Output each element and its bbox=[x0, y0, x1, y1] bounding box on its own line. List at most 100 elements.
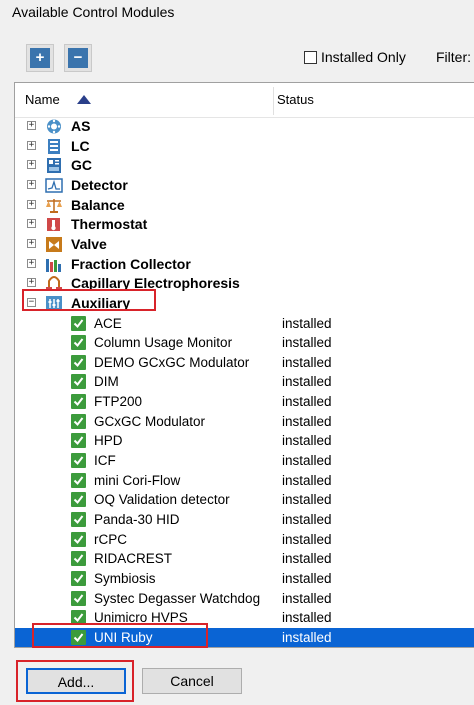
column-header-status[interactable]: Status bbox=[277, 92, 314, 107]
installed-check-icon bbox=[71, 590, 86, 606]
module-row[interactable]: DEMO GCxGC Modulator installed bbox=[15, 353, 474, 372]
cancel-button[interactable]: Cancel bbox=[142, 668, 242, 694]
installed-only-label: Installed Only bbox=[321, 49, 406, 65]
module-status: installed bbox=[282, 590, 332, 606]
module-row[interactable]: OQ Validation detector installed bbox=[15, 490, 474, 509]
expand-icon[interactable]: + bbox=[27, 278, 36, 288]
expand-icon[interactable]: + bbox=[27, 258, 36, 268]
category-label: Detector bbox=[71, 176, 128, 193]
module-name: ACE bbox=[94, 315, 122, 331]
category-label: LC bbox=[71, 137, 90, 154]
tree-category-gc[interactable]: + GC bbox=[15, 156, 474, 175]
category-label: Thermostat bbox=[71, 216, 148, 233]
installed-check-icon bbox=[71, 394, 86, 410]
module-status: installed bbox=[282, 354, 332, 370]
module-status: installed bbox=[282, 629, 332, 645]
expand-icon[interactable]: + bbox=[27, 179, 36, 189]
module-status: installed bbox=[282, 374, 332, 390]
installed-check-icon bbox=[71, 570, 86, 586]
module-row[interactable]: Systec Degasser Watchdog installed bbox=[15, 589, 474, 608]
tree-category-as[interactable]: + AS bbox=[15, 117, 474, 136]
tree-category-fraction-collector[interactable]: + Fraction Collector bbox=[15, 255, 474, 274]
installed-only-toggle[interactable]: Installed Only bbox=[304, 49, 406, 65]
installed-check-icon bbox=[71, 433, 86, 449]
module-name: Systec Degasser Watchdog bbox=[94, 590, 261, 606]
module-row[interactable]: rCPC installed bbox=[15, 530, 474, 549]
module-status: installed bbox=[282, 315, 332, 331]
tree-category-valve[interactable]: + Valve bbox=[15, 235, 474, 254]
expand-icon[interactable]: + bbox=[27, 238, 36, 248]
module-name: HPD bbox=[94, 433, 123, 449]
module-name: mini Cori-Flow bbox=[94, 472, 181, 488]
category-label: AS bbox=[71, 118, 91, 134]
installed-check-icon bbox=[71, 315, 86, 331]
installed-check-icon bbox=[71, 453, 86, 469]
module-row[interactable]: Panda-30 HID installed bbox=[15, 510, 474, 529]
installed-check-icon bbox=[71, 374, 86, 390]
expand-icon[interactable]: + bbox=[27, 121, 36, 130]
module-name: rCPC bbox=[94, 531, 127, 547]
expand-icon[interactable]: + bbox=[27, 140, 36, 150]
module-status: installed bbox=[282, 335, 332, 351]
tree-category-balance[interactable]: + Balance bbox=[15, 196, 474, 215]
module-row[interactable]: ACE installed bbox=[15, 314, 474, 333]
lc-icon bbox=[45, 138, 63, 155]
installed-check-icon bbox=[71, 531, 86, 547]
module-status: installed bbox=[282, 551, 332, 567]
gc-icon bbox=[45, 157, 63, 174]
sort-ascending-icon bbox=[77, 95, 91, 104]
uni-ruby-highlight bbox=[32, 623, 208, 648]
tree-header: Name Status bbox=[15, 83, 474, 118]
installed-check-icon bbox=[71, 551, 86, 567]
module-status: installed bbox=[282, 472, 332, 488]
add-button[interactable]: Add... bbox=[26, 668, 126, 694]
tree-category-thermostat[interactable]: + Thermostat bbox=[15, 215, 474, 234]
column-header-name[interactable]: Name bbox=[25, 92, 60, 107]
module-status: installed bbox=[282, 394, 332, 410]
module-row[interactable]: Symbiosis installed bbox=[15, 569, 474, 588]
module-tree[interactable]: Name Status + AS + LC + GC + Detector + Balance + T… bbox=[14, 82, 474, 648]
detector-icon bbox=[45, 177, 63, 194]
module-row[interactable]: HPD installed bbox=[15, 431, 474, 450]
module-name: Panda-30 HID bbox=[94, 512, 180, 527]
module-name: ICF bbox=[94, 453, 116, 469]
module-name: DIM bbox=[94, 374, 119, 390]
expand-icon[interactable]: + bbox=[27, 219, 36, 229]
installed-check-icon bbox=[71, 413, 86, 429]
category-label: GC bbox=[71, 157, 92, 174]
module-row[interactable]: DIM installed bbox=[15, 372, 474, 391]
autosampler-icon bbox=[45, 118, 63, 135]
balance-icon bbox=[45, 197, 63, 214]
module-row[interactable]: ICF installed bbox=[15, 451, 474, 470]
installed-only-checkbox[interactable] bbox=[304, 50, 317, 64]
module-name: OQ Validation detector bbox=[94, 492, 230, 508]
plus-icon: + bbox=[30, 48, 50, 68]
module-name: GCxGC Modulator bbox=[94, 413, 206, 429]
window-title: Available Control Modules bbox=[12, 4, 175, 20]
column-separator[interactable] bbox=[273, 87, 274, 115]
expand-icon[interactable]: + bbox=[27, 199, 36, 209]
tree-category-detector[interactable]: + Detector bbox=[15, 176, 474, 195]
thermostat-icon bbox=[45, 216, 63, 233]
toolbar: + − Installed Only Filter: bbox=[0, 40, 474, 78]
expand-all-button[interactable]: + bbox=[26, 44, 54, 72]
filter-label: Filter: bbox=[436, 49, 471, 65]
installed-check-icon bbox=[71, 335, 86, 351]
module-name: Column Usage Monitor bbox=[94, 335, 233, 351]
module-row[interactable]: RIDACREST installed bbox=[15, 549, 474, 568]
module-status: installed bbox=[282, 453, 332, 469]
category-label: Valve bbox=[71, 235, 107, 252]
installed-check-icon bbox=[71, 492, 86, 508]
installed-check-icon bbox=[71, 512, 86, 527]
category-label: Fraction Collector bbox=[71, 255, 191, 272]
module-row[interactable]: GCxGC Modulator installed bbox=[15, 412, 474, 431]
module-row[interactable]: Column Usage Monitor installed bbox=[15, 333, 474, 352]
module-status: installed bbox=[282, 492, 332, 508]
module-status: installed bbox=[282, 531, 332, 547]
module-status: installed bbox=[282, 433, 332, 449]
module-row[interactable]: mini Cori-Flow installed bbox=[15, 471, 474, 490]
tree-category-lc[interactable]: + LC bbox=[15, 137, 474, 156]
collapse-all-button[interactable]: − bbox=[64, 44, 92, 72]
expand-icon[interactable]: + bbox=[27, 160, 36, 170]
module-row[interactable]: FTP200 installed bbox=[15, 392, 474, 411]
